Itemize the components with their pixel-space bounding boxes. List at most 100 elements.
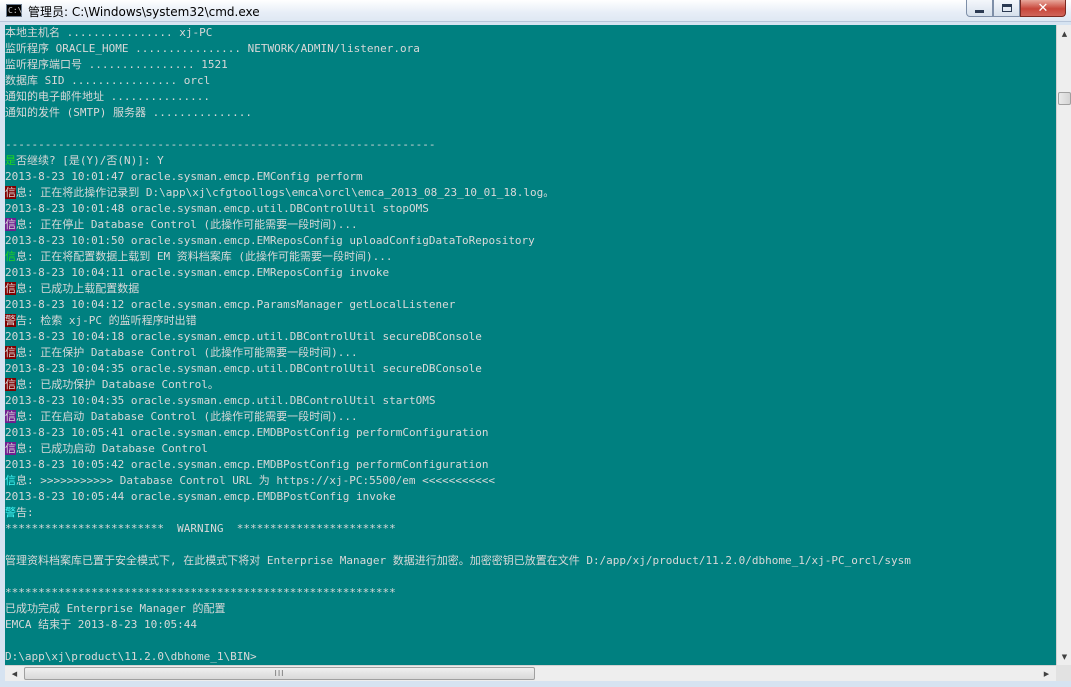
console-line-text: 2013-8-23 10:04:12 oracle.sysman.emcp.Pa… (5, 298, 456, 311)
console-line: 警告: 检索 xj-PC 的监听程序时出错 (5, 313, 1056, 329)
console-line: 管理资料档案库已置于安全模式下, 在此模式下将对 Enterprise Mana… (5, 553, 1056, 569)
console-line: 2013-8-23 10:01:50 oracle.sysman.emcp.EM… (5, 233, 1056, 249)
console-line: 2013-8-23 10:05:41 oracle.sysman.emcp.EM… (5, 425, 1056, 441)
console-line-text: 息: 正在停止 Database Control (此操作可能需要一段时间)..… (16, 218, 358, 231)
console-line-text: EMCA 结束于 2013-8-23 10:05:44 (5, 618, 197, 631)
cmd-icon[interactable]: C:\ (6, 4, 22, 17)
console-output[interactable]: 本地主机名 ................ xj-PC 监听程序 ORACLE_… (5, 25, 1056, 665)
console-line-text: 息: >>>>>>>>>>> Database Control URL 为 ht… (16, 474, 495, 487)
console-line: 2013-8-23 10:04:35 oracle.sysman.emcp.ut… (5, 361, 1056, 377)
console-line-text: 否继续? [是(Y)/否(N)]: Y (16, 154, 164, 167)
console-line: 信息: 已成功上载配置数据 (5, 281, 1056, 297)
console-line-text: 通知的发件 (SMTP) 服务器 ............... (5, 106, 252, 119)
console-line-text: 2013-8-23 10:04:35 oracle.sysman.emcp.ut… (5, 362, 482, 375)
console-line-prefix: 信 (5, 410, 16, 423)
console-line: 信息: 正在启动 Database Control (此操作可能需要一段时间).… (5, 409, 1056, 425)
console-line-prefix: 警 (5, 314, 16, 327)
console-line-text: 监听程序端口号 ................ 1521 (5, 58, 228, 71)
scroll-up-button[interactable]: ▲ (1058, 26, 1071, 41)
close-icon: ✕ (1037, 0, 1049, 16)
window-title: 管理员: C:\Windows\system32\cmd.exe (28, 5, 260, 19)
console-line-text: 2013-8-23 10:05:42 oracle.sysman.emcp.EM… (5, 458, 489, 471)
console-line: 2013-8-23 10:01:47 oracle.sysman.emcp.EM… (5, 169, 1056, 185)
console-line: 2013-8-23 10:04:12 oracle.sysman.emcp.Pa… (5, 297, 1056, 313)
console-line-prefix: 信 (5, 250, 16, 263)
console-line-text: 通知的电子邮件地址 ............... (5, 90, 210, 103)
scroll-right-button[interactable]: ▶ (1039, 667, 1054, 681)
console-line: 本地主机名 ................ xj-PC (5, 25, 1056, 41)
console-line: 通知的发件 (SMTP) 服务器 ............... (5, 105, 1056, 121)
console-line-text: 息: 正在保护 Database Control (此操作可能需要一段时间)..… (16, 346, 358, 359)
console-line: 监听程序端口号 ................ 1521 (5, 57, 1056, 73)
console-line-text: 2013-8-23 10:01:48 oracle.sysman.emcp.ut… (5, 202, 429, 215)
scroll-down-button[interactable]: ▼ (1058, 649, 1071, 664)
arrow-left-icon: ◀ (11, 670, 18, 678)
console-line-text: 告: 检索 xj-PC 的监听程序时出错 (16, 314, 197, 327)
console-line: ****************************************… (5, 585, 1056, 601)
horizontal-scrollbar[interactable]: ◀ III ▶ (5, 665, 1056, 681)
console-line: 2013-8-23 10:04:18 oracle.sysman.emcp.ut… (5, 329, 1056, 345)
console-line-prefix: 是 (5, 154, 16, 167)
console-line: ************************ WARNING *******… (5, 521, 1056, 537)
console-line: 信息: >>>>>>>>>>> Database Control URL 为 h… (5, 473, 1056, 489)
console-line-prefix: 信 (5, 186, 16, 199)
console-line: 信息: 正在将此操作记录到 D:\app\xj\cfgtoollogs\emca… (5, 185, 1056, 201)
console-line: 警告: (5, 505, 1056, 521)
console-line-text: ****************************************… (5, 586, 396, 599)
console-line: EMCA 结束于 2013-8-23 10:05:44 (5, 617, 1056, 633)
console-line-text: 息: 已成功上载配置数据 (16, 282, 140, 295)
cmd-window: C:\ 管理员: C:\Windows\system32\cmd.exe ✕ 本… (0, 0, 1071, 687)
console-line-text: 2013-8-23 10:05:44 oracle.sysman.emcp.EM… (5, 490, 396, 503)
console-line: 2013-8-23 10:05:44 oracle.sysman.emcp.EM… (5, 489, 1056, 505)
console-line: 已成功完成 Enterprise Manager 的配置 (5, 601, 1056, 617)
console-line-text: 告: (16, 506, 34, 519)
console-line-text: 2013-8-23 10:04:35 oracle.sysman.emcp.ut… (5, 394, 436, 407)
horizontal-scroll-thumb[interactable]: III (24, 667, 535, 680)
console-line-prefix: 信 (5, 346, 16, 359)
console-line: 通知的电子邮件地址 ............... (5, 89, 1056, 105)
console-line: 2013-8-23 10:04:11 oracle.sysman.emcp.EM… (5, 265, 1056, 281)
console-line-text: 数据库 SID ................ orcl (5, 74, 211, 87)
console-line-text: 2013-8-23 10:05:41 oracle.sysman.emcp.EM… (5, 426, 489, 439)
vertical-scroll-thumb[interactable] (1058, 92, 1071, 105)
console-line: 监听程序 ORACLE_HOME ................ NETWOR… (5, 41, 1056, 57)
console-line-text: 息: 正在将此操作记录到 D:\app\xj\cfgtoollogs\emca\… (16, 186, 555, 199)
console-line-text: 监听程序 ORACLE_HOME ................ NETWOR… (5, 42, 420, 55)
console-line: 信息: 正在保护 Database Control (此操作可能需要一段时间).… (5, 345, 1056, 361)
grip-icon: III (274, 669, 285, 678)
console-line: 信息: 正在停止 Database Control (此操作可能需要一段时间).… (5, 217, 1056, 233)
console-line-text: D:\app\xj\product\11.2.0\dbhome_1\BIN> (5, 650, 257, 663)
console-line-prefix: 警 (5, 506, 16, 519)
minimize-icon (975, 9, 984, 13)
console-line-prefix: 信 (5, 442, 16, 455)
console-line: ----------------------------------------… (5, 137, 1056, 153)
console-line-text: 本地主机名 ................ xj-PC (5, 26, 213, 39)
scroll-left-button[interactable]: ◀ (7, 667, 22, 681)
minimize-button[interactable] (966, 0, 993, 17)
console-line-text: 息: 已成功启动 Database Control (16, 442, 208, 455)
console-line-prefix: 信 (5, 378, 16, 391)
maximize-icon (1001, 4, 1012, 12)
console-line-text: 2013-8-23 10:01:50 oracle.sysman.emcp.EM… (5, 234, 535, 247)
console-line: 数据库 SID ................ orcl (5, 73, 1056, 89)
console-line: D:\app\xj\product\11.2.0\dbhome_1\BIN> (5, 649, 1056, 665)
vertical-scrollbar[interactable]: ▲ ▼ (1056, 25, 1071, 665)
window-controls: ✕ (966, 0, 1066, 18)
title-bar[interactable]: C:\ 管理员: C:\Windows\system32\cmd.exe ✕ (0, 0, 1071, 22)
console-line: 信息: 正在将配置数据上载到 EM 资料档案库 (此操作可能需要一段时间)... (5, 249, 1056, 265)
console-line-text: 管理资料档案库已置于安全模式下, 在此模式下将对 Enterprise Mana… (5, 554, 911, 567)
console-line-text: 2013-8-23 10:04:18 oracle.sysman.emcp.ut… (5, 330, 482, 343)
arrow-right-icon: ▶ (1043, 670, 1050, 678)
console-line: 2013-8-23 10:05:42 oracle.sysman.emcp.EM… (5, 457, 1056, 473)
console-line: 2013-8-23 10:04:35 oracle.sysman.emcp.ut… (5, 393, 1056, 409)
arrow-up-icon: ▲ (1061, 29, 1068, 38)
console-line-text: ************************ WARNING *******… (5, 522, 396, 535)
console-line-prefix: 信 (5, 218, 16, 231)
console-line-text: 息: 正在将配置数据上载到 EM 资料档案库 (此操作可能需要一段时间)... (16, 250, 393, 263)
close-button[interactable]: ✕ (1020, 0, 1066, 17)
maximize-button[interactable] (993, 0, 1020, 17)
